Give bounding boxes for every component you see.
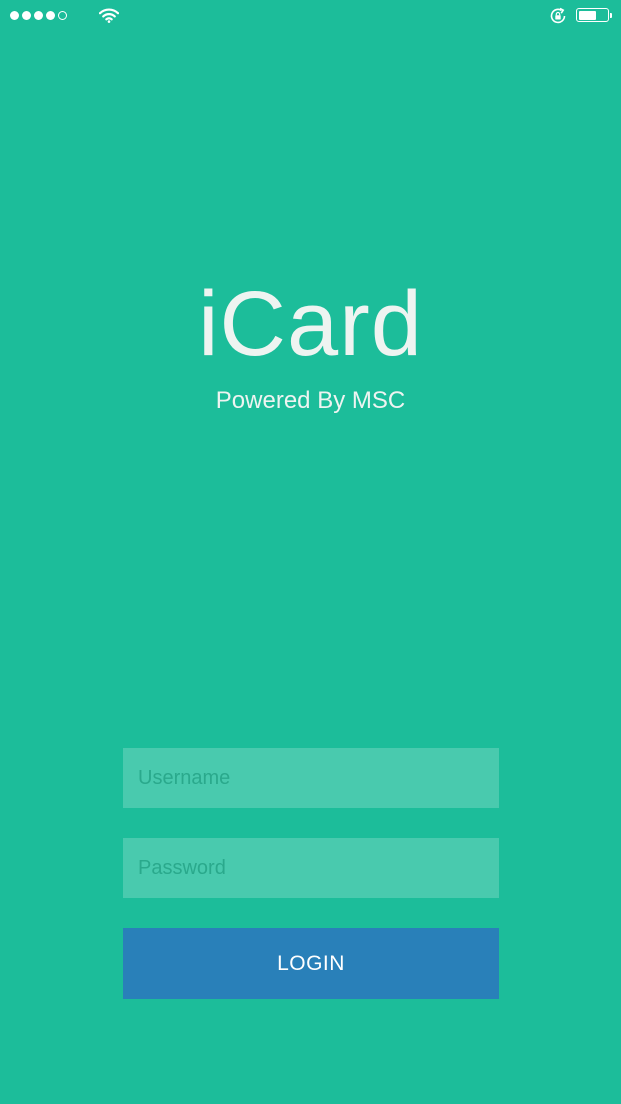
app-subtitle: Powered By MSC [215, 387, 406, 414]
signal-dot-empty [58, 11, 67, 20]
battery-nub [610, 12, 612, 18]
app-title: iCard [198, 273, 423, 375]
status-bar [0, 0, 621, 34]
signal-dot [34, 11, 43, 20]
battery-level [578, 10, 597, 20]
signal-strength-icon [10, 11, 67, 20]
wifi-icon [99, 8, 119, 23]
login-button[interactable]: LOGIN [123, 928, 499, 999]
battery-icon [576, 8, 612, 22]
password-input[interactable] [123, 838, 499, 898]
login-screen: iCard Powered By MSC LOGIN [0, 0, 621, 1104]
signal-dot [22, 11, 31, 20]
signal-dot [10, 11, 19, 20]
username-input[interactable] [123, 748, 499, 808]
signal-dot [46, 11, 55, 20]
rotation-lock-icon [550, 7, 566, 24]
